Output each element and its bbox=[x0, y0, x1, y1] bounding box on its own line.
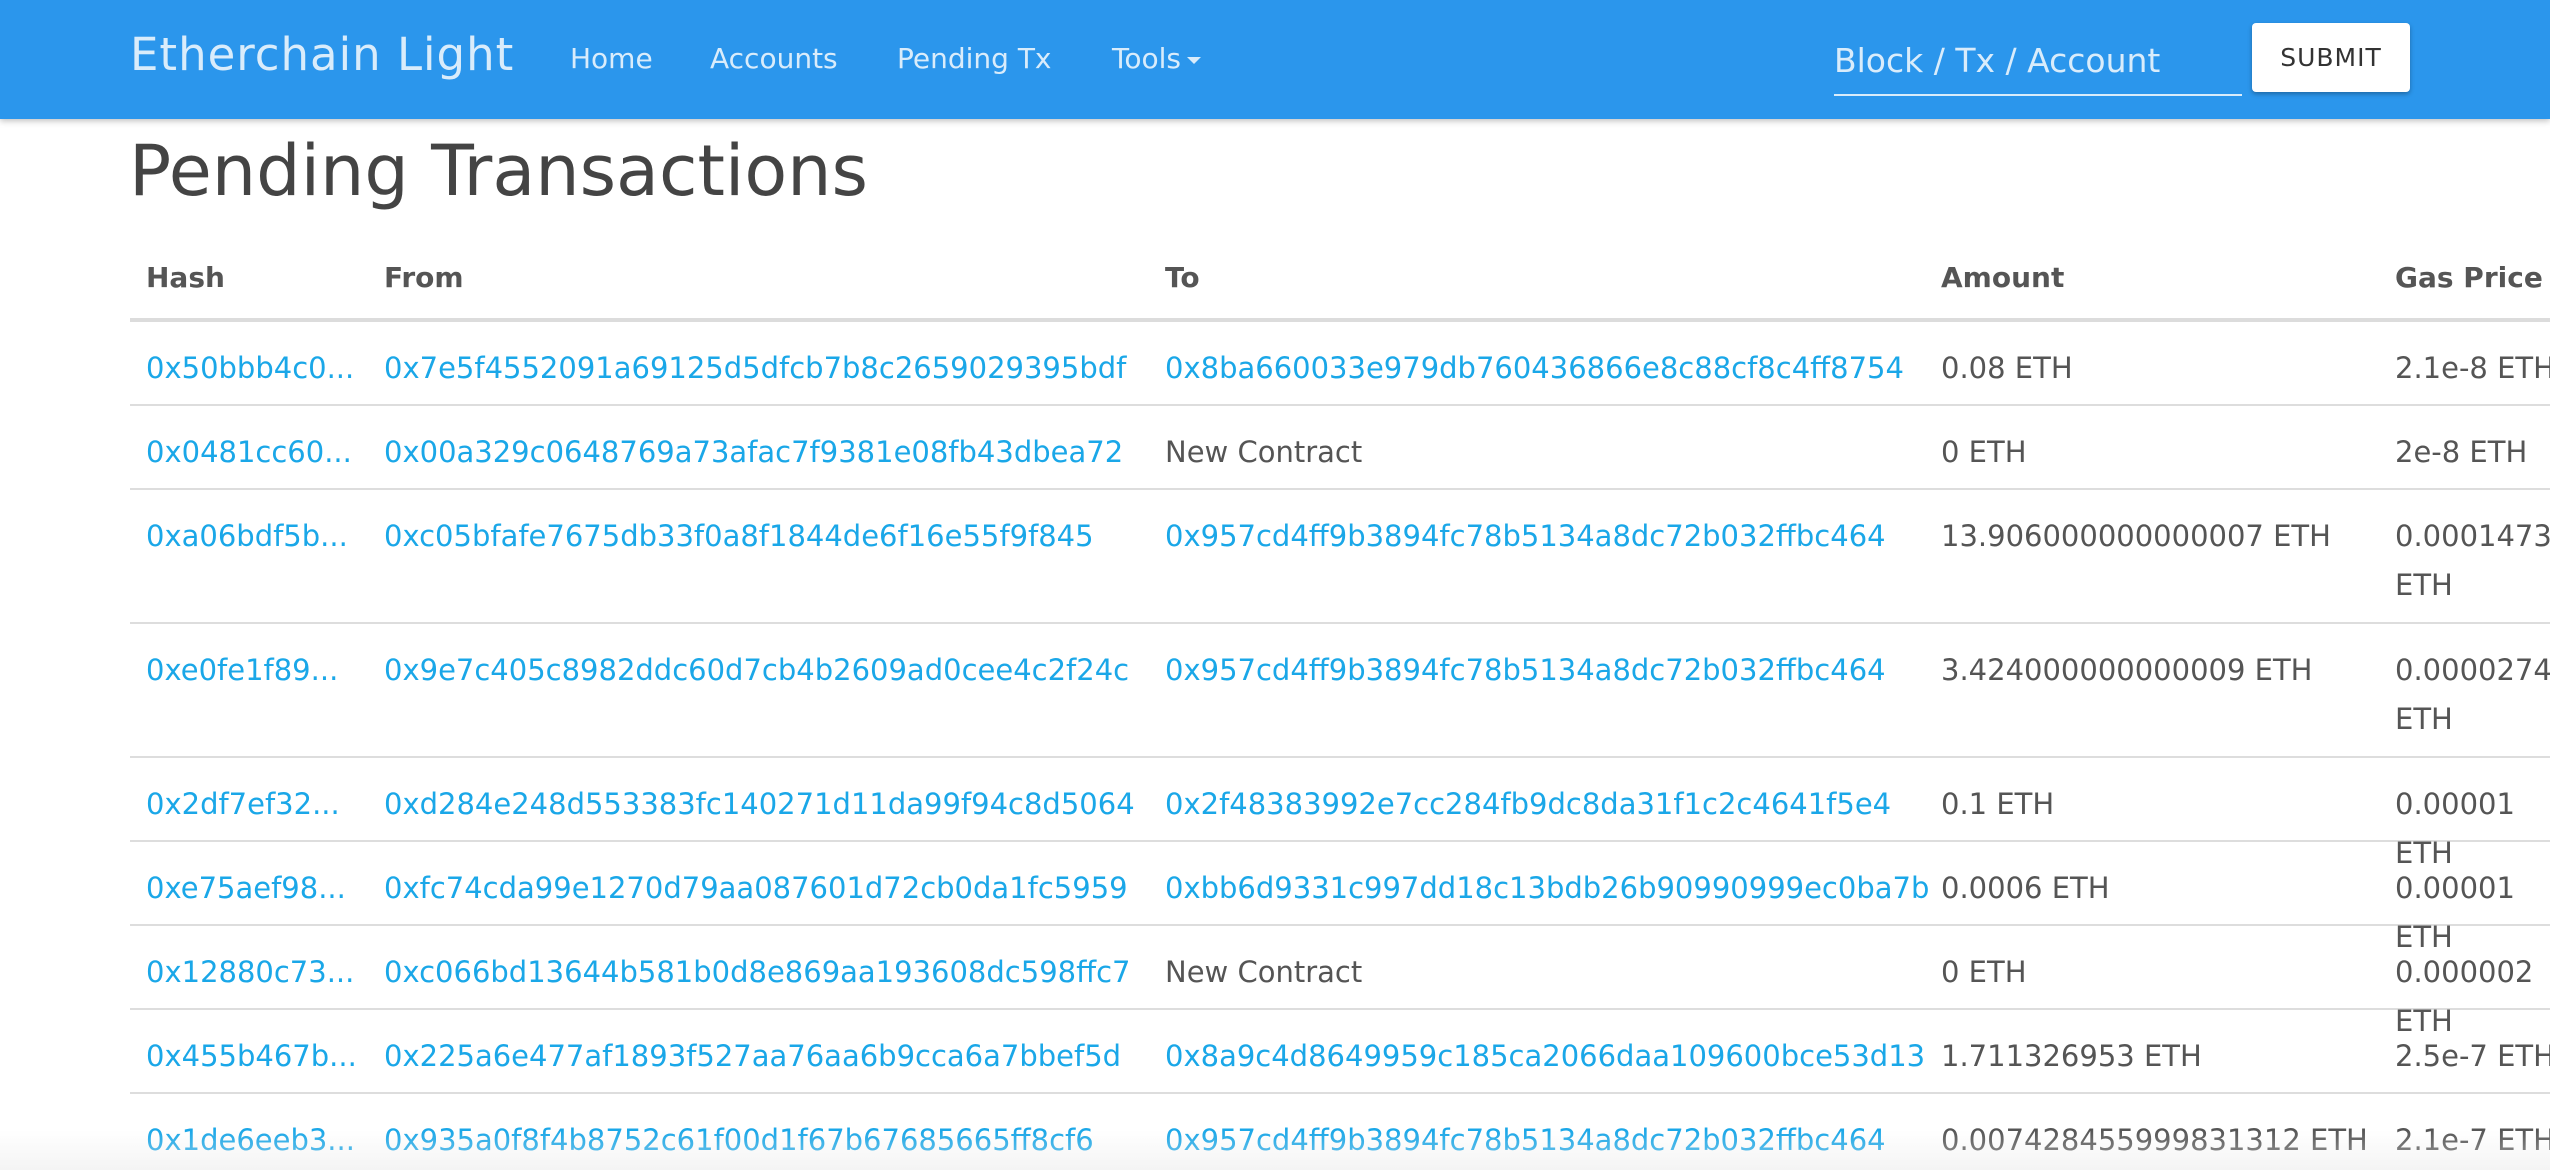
amount-cell: 0.0006 ETH bbox=[1941, 871, 2110, 905]
amount-cell: 0.007428455999831312 ETH bbox=[1941, 1123, 2368, 1157]
amount-cell: 0.1 ETH bbox=[1941, 787, 2055, 821]
tx-hash-link[interactable]: 0x2df7ef32... bbox=[146, 780, 340, 829]
gas-price-cell: 0.0001473 ETH bbox=[2395, 519, 2550, 602]
table-row: 0x1de6eeb3... 0x935a0f8f4b8752c61f00d1f6… bbox=[130, 1094, 2550, 1176]
from-address-link[interactable]: 0xc05bfafe7675db33f0a8f1844de6f16e55f9f8… bbox=[384, 512, 1094, 561]
from-address-link[interactable]: 0x225a6e477af1893f527aa76aa6b9cca6a7bbef… bbox=[384, 1032, 1121, 1081]
from-address-link[interactable]: 0xc066bd13644b581b0d8e869aa193608dc598ff… bbox=[384, 948, 1130, 997]
nav-accounts[interactable]: Accounts bbox=[710, 42, 838, 75]
gas-price-cell: 0.0000274 ETH bbox=[2395, 653, 2550, 736]
amount-cell: 0.08 ETH bbox=[1941, 351, 2073, 385]
nav-tools-label: Tools bbox=[1112, 42, 1181, 75]
tx-hash-link[interactable]: 0x1de6eeb3... bbox=[146, 1116, 355, 1165]
amount-cell: 3.424000000000009 ETH bbox=[1941, 653, 2313, 687]
to-new-contract: New Contract bbox=[1165, 955, 1363, 989]
table-row: 0xe75aef98... 0xfc74cda99e1270d79aa08760… bbox=[130, 842, 2550, 954]
brand-link[interactable]: Etherchain Light bbox=[130, 28, 514, 81]
column-header-hash: Hash bbox=[146, 261, 225, 294]
table-row: 0x2df7ef32... 0xd284e248d553383fc140271d… bbox=[130, 758, 2550, 870]
from-address-link[interactable]: 0x00a329c0648769a73afac7f9381e08fb43dbea… bbox=[384, 428, 1123, 477]
tx-hash-link[interactable]: 0x0481cc60... bbox=[146, 428, 352, 477]
table-row: 0x0481cc60... 0x00a329c0648769a73afac7f9… bbox=[130, 406, 2550, 490]
pending-tx-table: Hash From To Amount Gas Price 0x50bbb4c0… bbox=[130, 250, 2550, 1176]
table-row: 0xe0fe1f89... 0x9e7c405c8982ddc60d7cb4b2… bbox=[130, 624, 2550, 758]
search-field bbox=[1834, 30, 2242, 96]
tx-hash-link[interactable]: 0xa06bdf5b... bbox=[146, 512, 348, 561]
tx-hash-link[interactable]: 0xe75aef98... bbox=[146, 864, 346, 913]
nav-home[interactable]: Home bbox=[570, 42, 653, 75]
column-header-amount: Amount bbox=[1941, 261, 2065, 294]
table-row: 0x455b467b... 0x225a6e477af1893f527aa76a… bbox=[130, 1010, 2550, 1094]
tx-hash-link[interactable]: 0x50bbb4c0... bbox=[146, 344, 354, 393]
page-title: Pending Transactions bbox=[129, 130, 868, 212]
to-address-link[interactable]: 0x2f48383992e7cc284fb9dc8da31f1c2c4641f5… bbox=[1165, 780, 1891, 829]
table-row: 0x50bbb4c0... 0x7e5f4552091a69125d5dfcb7… bbox=[130, 322, 2550, 406]
tx-hash-link[interactable]: 0xe0fe1f89... bbox=[146, 646, 338, 695]
table-header: Hash From To Amount Gas Price bbox=[130, 250, 2550, 322]
from-address-link[interactable]: 0x7e5f4552091a69125d5dfcb7b8c2659029395b… bbox=[384, 344, 1126, 393]
to-address-link[interactable]: 0x957cd4ff9b3894fc78b5134a8dc72b032ffbc4… bbox=[1165, 1116, 1886, 1165]
to-address-link[interactable]: 0x8ba660033e979db760436866e8c88cf8c4ff87… bbox=[1165, 344, 1904, 393]
gas-price-cell: 2.5e-7 ETH bbox=[2395, 1039, 2550, 1073]
tx-hash-link[interactable]: 0x12880c73... bbox=[146, 948, 354, 997]
tx-hash-link[interactable]: 0x455b467b... bbox=[146, 1032, 357, 1081]
to-address-link[interactable]: 0x957cd4ff9b3894fc78b5134a8dc72b032ffbc4… bbox=[1165, 512, 1886, 561]
table-row: 0x12880c73... 0xc066bd13644b581b0d8e869a… bbox=[130, 926, 2550, 1038]
from-address-link[interactable]: 0xfc74cda99e1270d79aa087601d72cb0da1fc59… bbox=[384, 864, 1128, 913]
amount-cell: 0 ETH bbox=[1941, 435, 2027, 469]
to-address-link[interactable]: 0x8a9c4d8649959c185ca2066daa109600bce53d… bbox=[1165, 1032, 1925, 1081]
column-header-gas-price: Gas Price bbox=[2395, 261, 2543, 294]
from-address-link[interactable]: 0x9e7c405c8982ddc60d7cb4b2609ad0cee4c2f2… bbox=[384, 646, 1129, 695]
from-address-link[interactable]: 0xd284e248d553383fc140271d11da99f94c8d50… bbox=[384, 780, 1135, 829]
submit-button[interactable]: SUBMIT bbox=[2252, 23, 2410, 92]
search-input[interactable] bbox=[1834, 30, 2242, 90]
amount-cell: 13.906000000000007 ETH bbox=[1941, 519, 2331, 553]
gas-price-cell: 2.1e-8 ETH bbox=[2395, 351, 2550, 385]
nav-tools-dropdown[interactable]: Tools bbox=[1112, 42, 1201, 75]
navbar: Etherchain Light Home Accounts Pending T… bbox=[0, 0, 2550, 119]
to-address-link[interactable]: 0xbb6d9331c997dd18c13bdb26b90990999ec0ba… bbox=[1165, 864, 1929, 913]
gas-price-cell: 2.1e-7 ETH bbox=[2395, 1123, 2550, 1157]
column-header-to: To bbox=[1165, 261, 1200, 294]
column-header-from: From bbox=[384, 261, 464, 294]
amount-cell: 0 ETH bbox=[1941, 955, 2027, 989]
amount-cell: 1.711326953 ETH bbox=[1941, 1039, 2202, 1073]
to-address-link[interactable]: 0x957cd4ff9b3894fc78b5134a8dc72b032ffbc4… bbox=[1165, 646, 1886, 695]
to-new-contract: New Contract bbox=[1165, 435, 1363, 469]
from-address-link[interactable]: 0x935a0f8f4b8752c61f00d1f67b67685665ff8c… bbox=[384, 1116, 1094, 1165]
nav-pending-tx[interactable]: Pending Tx bbox=[897, 42, 1052, 75]
caret-down-icon bbox=[1186, 56, 1201, 64]
gas-price-cell: 2e-8 ETH bbox=[2395, 435, 2528, 469]
table-row: 0xa06bdf5b... 0xc05bfafe7675db33f0a8f184… bbox=[130, 490, 2550, 624]
